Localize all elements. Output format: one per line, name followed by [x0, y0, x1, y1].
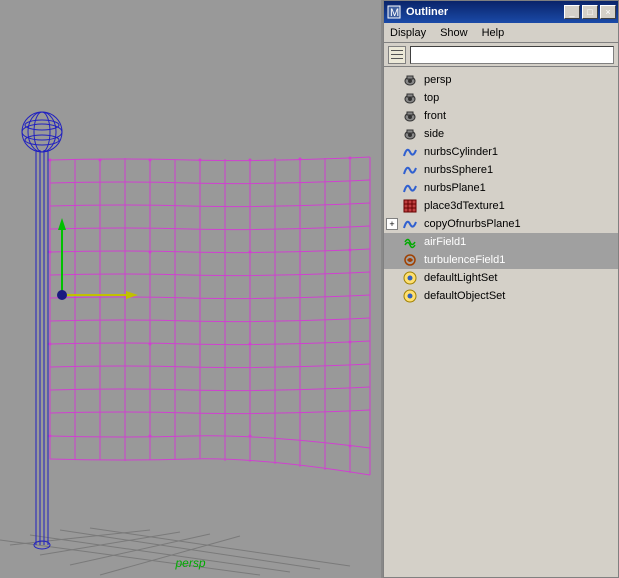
outliner-item-turbulenceField1[interactable]: turbulenceField1 [384, 251, 618, 269]
viewport-label: persp [175, 556, 205, 570]
close-button[interactable]: × [600, 5, 616, 19]
window-title: Outliner [406, 6, 564, 18]
item-label: nurbsCylinder1 [424, 146, 498, 158]
item-label: copyOfnurbsPlane1 [424, 218, 521, 230]
outliner-item-defaultObjectSet[interactable]: defaultObjectSet [384, 287, 618, 305]
expand-toggle [386, 200, 398, 212]
item-label: top [424, 92, 439, 104]
menu-help[interactable]: Help [482, 27, 505, 39]
svg-text:M: M [390, 7, 399, 19]
minimize-button[interactable]: _ [564, 5, 580, 19]
item-label: side [424, 128, 444, 140]
menu-show[interactable]: Show [440, 27, 468, 39]
set-icon [402, 270, 418, 286]
outliner-item-side[interactable]: side [384, 125, 618, 143]
expand-toggle [386, 128, 398, 140]
outliner-item-nurbsSphere1[interactable]: nurbsSphere1 [384, 161, 618, 179]
expand-toggle [386, 146, 398, 158]
outliner-item-top[interactable]: top [384, 89, 618, 107]
toolbar [384, 43, 618, 67]
app-icon: M [386, 4, 402, 20]
expand-toggle [386, 272, 398, 284]
camera-icon [402, 108, 418, 124]
expand-toggle [386, 254, 398, 266]
expand-toggle[interactable]: + [386, 218, 398, 230]
menu-display[interactable]: Display [390, 27, 426, 39]
expand-toggle [386, 290, 398, 302]
camera-icon [402, 126, 418, 142]
expand-toggle [386, 110, 398, 122]
item-label: persp [424, 74, 452, 86]
item-label: place3dTexture1 [424, 200, 505, 212]
search-input[interactable] [410, 46, 614, 64]
outliner-item-place3dTexture1[interactable]: place3dTexture1 [384, 197, 618, 215]
outliner-item-defaultLightSet[interactable]: defaultLightSet [384, 269, 618, 287]
titlebar[interactable]: M Outliner _ □ × [384, 1, 618, 23]
nurbs-icon [402, 144, 418, 160]
expand-toggle [386, 74, 398, 86]
expand-toggle [386, 164, 398, 176]
item-label: front [424, 110, 446, 122]
item-label: turbulenceField1 [424, 254, 505, 266]
set-icon [402, 288, 418, 304]
outliner-item-airField1[interactable]: airField1 [384, 233, 618, 251]
nurbs-icon [402, 180, 418, 196]
item-label: defaultObjectSet [424, 290, 505, 302]
item-label: nurbsSphere1 [424, 164, 493, 176]
expand-toggle [386, 92, 398, 104]
nurbs-icon [402, 216, 418, 232]
camera-icon [402, 72, 418, 88]
expand-toggle [386, 236, 398, 248]
outliner-item-copyOfnurbsPlane1[interactable]: + copyOfnurbsPlane1 [384, 215, 618, 233]
outliner-item-front[interactable]: front [384, 107, 618, 125]
outliner-item-persp[interactable]: persp [384, 71, 618, 89]
nurbs-icon [402, 162, 418, 178]
item-label: defaultLightSet [424, 272, 497, 284]
outliner-item-nurbsCylinder1[interactable]: nurbsCylinder1 [384, 143, 618, 161]
expand-toggle [386, 182, 398, 194]
tex-icon [402, 198, 418, 214]
viewport-3d[interactable]: persp [0, 0, 383, 578]
outliner-item-nurbsPlane1[interactable]: nurbsPlane1 [384, 179, 618, 197]
camera-icon [402, 90, 418, 106]
maximize-button[interactable]: □ [582, 5, 598, 19]
outliner-tree[interactable]: persp top front side nurbsCylinder1 nurbsSphe… [384, 67, 618, 577]
scene-canvas [0, 0, 383, 578]
item-label: airField1 [424, 236, 466, 248]
outliner-window: M Outliner _ □ × Display Show Help persp… [383, 0, 619, 578]
field-air-icon [402, 234, 418, 250]
item-label: nurbsPlane1 [424, 182, 486, 194]
menubar: Display Show Help [384, 23, 618, 43]
list-mode-icon[interactable] [388, 46, 406, 64]
field-turb-icon [402, 252, 418, 268]
